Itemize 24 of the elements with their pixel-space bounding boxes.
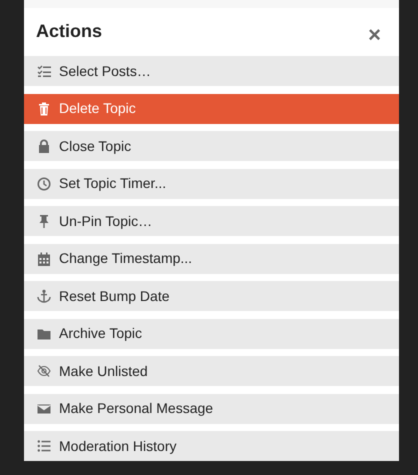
clock-icon (37, 176, 51, 190)
action-item[interactable]: Moderation History (24, 431, 399, 461)
modal-title: Actions (36, 21, 102, 43)
trash-icon (37, 102, 51, 116)
pin-icon (37, 214, 51, 228)
lock-icon (37, 139, 51, 153)
action-item[interactable]: Set Topic Timer... (24, 168, 399, 198)
checklist-icon (37, 64, 51, 78)
list-icon (37, 439, 51, 453)
action-item[interactable]: Delete Topic (24, 94, 399, 124)
action-item[interactable]: Make Personal Message (24, 394, 399, 424)
action-item[interactable]: Change Timestamp... (24, 244, 399, 274)
action-item[interactable]: Un-Pin Topic… (24, 206, 399, 236)
envelope-icon (37, 402, 51, 416)
action-item[interactable]: Archive Topic (24, 318, 399, 348)
folder-icon (37, 326, 51, 340)
action-item[interactable]: Reset Bump Date (24, 281, 399, 311)
close-button[interactable]: × (362, 24, 387, 46)
action-item[interactable]: Close Topic (24, 131, 399, 161)
anchor-icon (37, 289, 51, 303)
eye-slash-icon (37, 364, 51, 378)
calendar-icon (37, 252, 51, 266)
action-item[interactable]: Make Unlisted (24, 356, 399, 386)
action-item[interactable]: Select Posts… (24, 56, 399, 86)
